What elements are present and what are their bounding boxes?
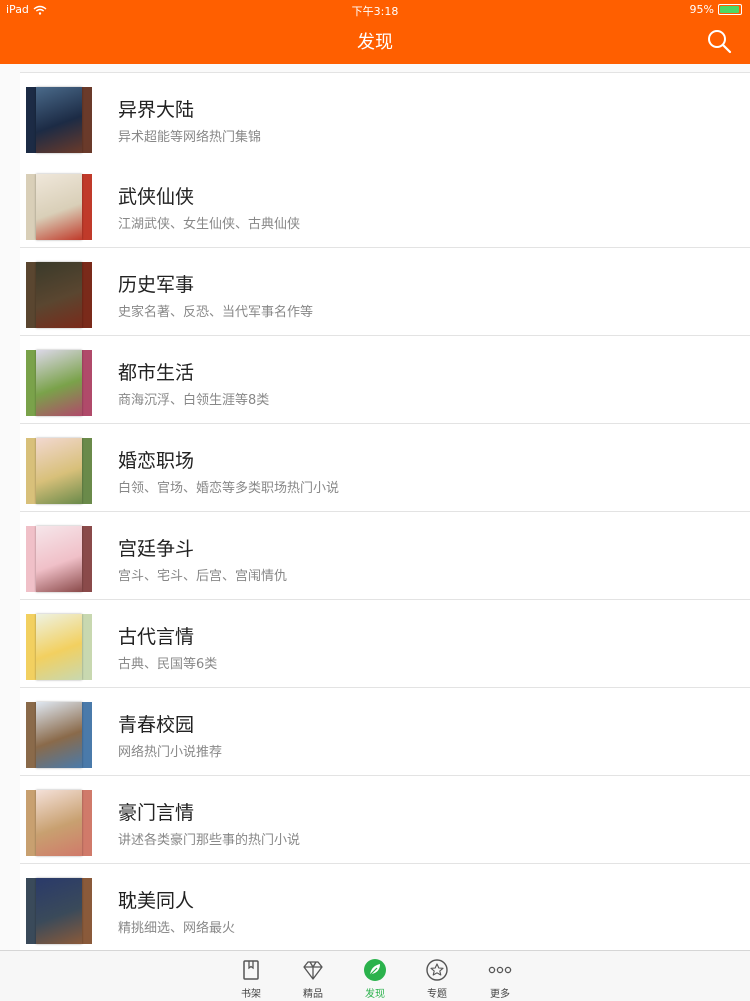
category-row[interactable]: 武侠仙侠江湖武侠、女生仙侠、古典仙侠 [20,160,750,248]
category-description: 古典、民国等6类 [118,657,218,672]
battery-percent: 95% [689,3,714,16]
category-cover-image [26,878,92,944]
category-row[interactable]: 异界大陆异术超能等网络热门集锦 [20,72,750,161]
category-description: 精挑细选、网络最火 [118,921,236,936]
status-time: 下午3:18 [351,5,399,18]
category-name: 青春校园 [118,714,195,736]
category-cover-image [26,438,92,504]
more-dots-icon [488,958,512,982]
status-bar: iPad 下午3:18 95% [0,0,750,20]
tab-label: 发现 [365,989,385,1000]
category-name: 耽美同人 [118,890,195,912]
category-row[interactable]: 古代言情古典、民国等6类 [20,600,750,688]
battery-icon [718,4,742,15]
page-title: 发现 [357,32,393,53]
tab-item[interactable]: 精品 [288,951,338,1001]
category-row[interactable]: 都市生活商海沉浮、白领生涯等8类 [20,336,750,424]
category-description: 白领、官场、婚恋等多类职场热门小说 [118,481,340,496]
category-name: 豪门言情 [118,802,195,824]
category-cover-image [26,702,92,768]
star-badge-icon [425,958,449,982]
category-name: 都市生活 [118,362,195,384]
top-bar: iPad 下午3:18 95% 发现 [0,0,750,64]
category-row[interactable]: 青春校园网络热门小说推荐 [20,688,750,776]
tab-label: 书架 [241,989,261,1000]
category-description: 宫斗、宅斗、后宫、宫闱情仇 [118,569,288,584]
category-description: 讲述各类豪门那些事的热门小说 [118,833,301,848]
tab-item[interactable]: 书架 [226,951,276,1001]
category-description: 异术超能等网络热门集锦 [118,130,262,145]
category-description: 江湖武侠、女生仙侠、古典仙侠 [118,217,301,232]
category-list: 异界大陆异术超能等网络热门集锦武侠仙侠江湖武侠、女生仙侠、古典仙侠历史军事史家名… [0,64,750,952]
tab-item[interactable]: 专题 [412,951,462,1001]
leaf-icon [363,958,387,982]
diamond-icon [301,958,325,982]
category-name: 武侠仙侠 [118,186,195,208]
tab-label: 专题 [427,989,447,1000]
category-name: 宫廷争斗 [118,538,195,560]
category-cover-image [26,262,92,328]
category-cover-image [26,87,92,153]
category-cover-image [26,526,92,592]
category-name: 婚恋职场 [118,450,195,472]
category-cover-image [26,350,92,416]
category-description: 商海沉浮、白领生涯等8类 [118,393,270,408]
category-row[interactable]: 耽美同人精挑细选、网络最火 [20,864,750,952]
category-name: 异界大陆 [118,99,195,121]
tab-bar: 书架 精品 发现 专题 更多 [0,950,750,1001]
category-row[interactable]: 婚恋职场白领、官场、婚恋等多类职场热门小说 [20,424,750,512]
category-row[interactable]: 宫廷争斗宫斗、宅斗、后宫、宫闱情仇 [20,512,750,600]
category-name: 古代言情 [118,626,195,648]
category-cover-image [26,614,92,680]
category-cover-image [26,790,92,856]
category-cover-image [26,174,92,240]
bookshelf-icon [239,958,263,982]
search-icon[interactable] [706,28,732,54]
tab-item[interactable]: 发现 [350,951,400,1001]
tab-label: 更多 [490,989,510,1000]
category-row[interactable]: 历史军事史家名著、反恐、当代军事名作等 [20,248,750,336]
tab-label: 精品 [303,989,323,1000]
category-name: 历史军事 [118,274,195,296]
category-row[interactable]: 豪门言情讲述各类豪门那些事的热门小说 [20,776,750,864]
tab-item[interactable]: 更多 [475,951,525,1001]
category-description: 网络热门小说推荐 [118,745,223,760]
category-description: 史家名著、反恐、当代军事名作等 [118,305,314,320]
